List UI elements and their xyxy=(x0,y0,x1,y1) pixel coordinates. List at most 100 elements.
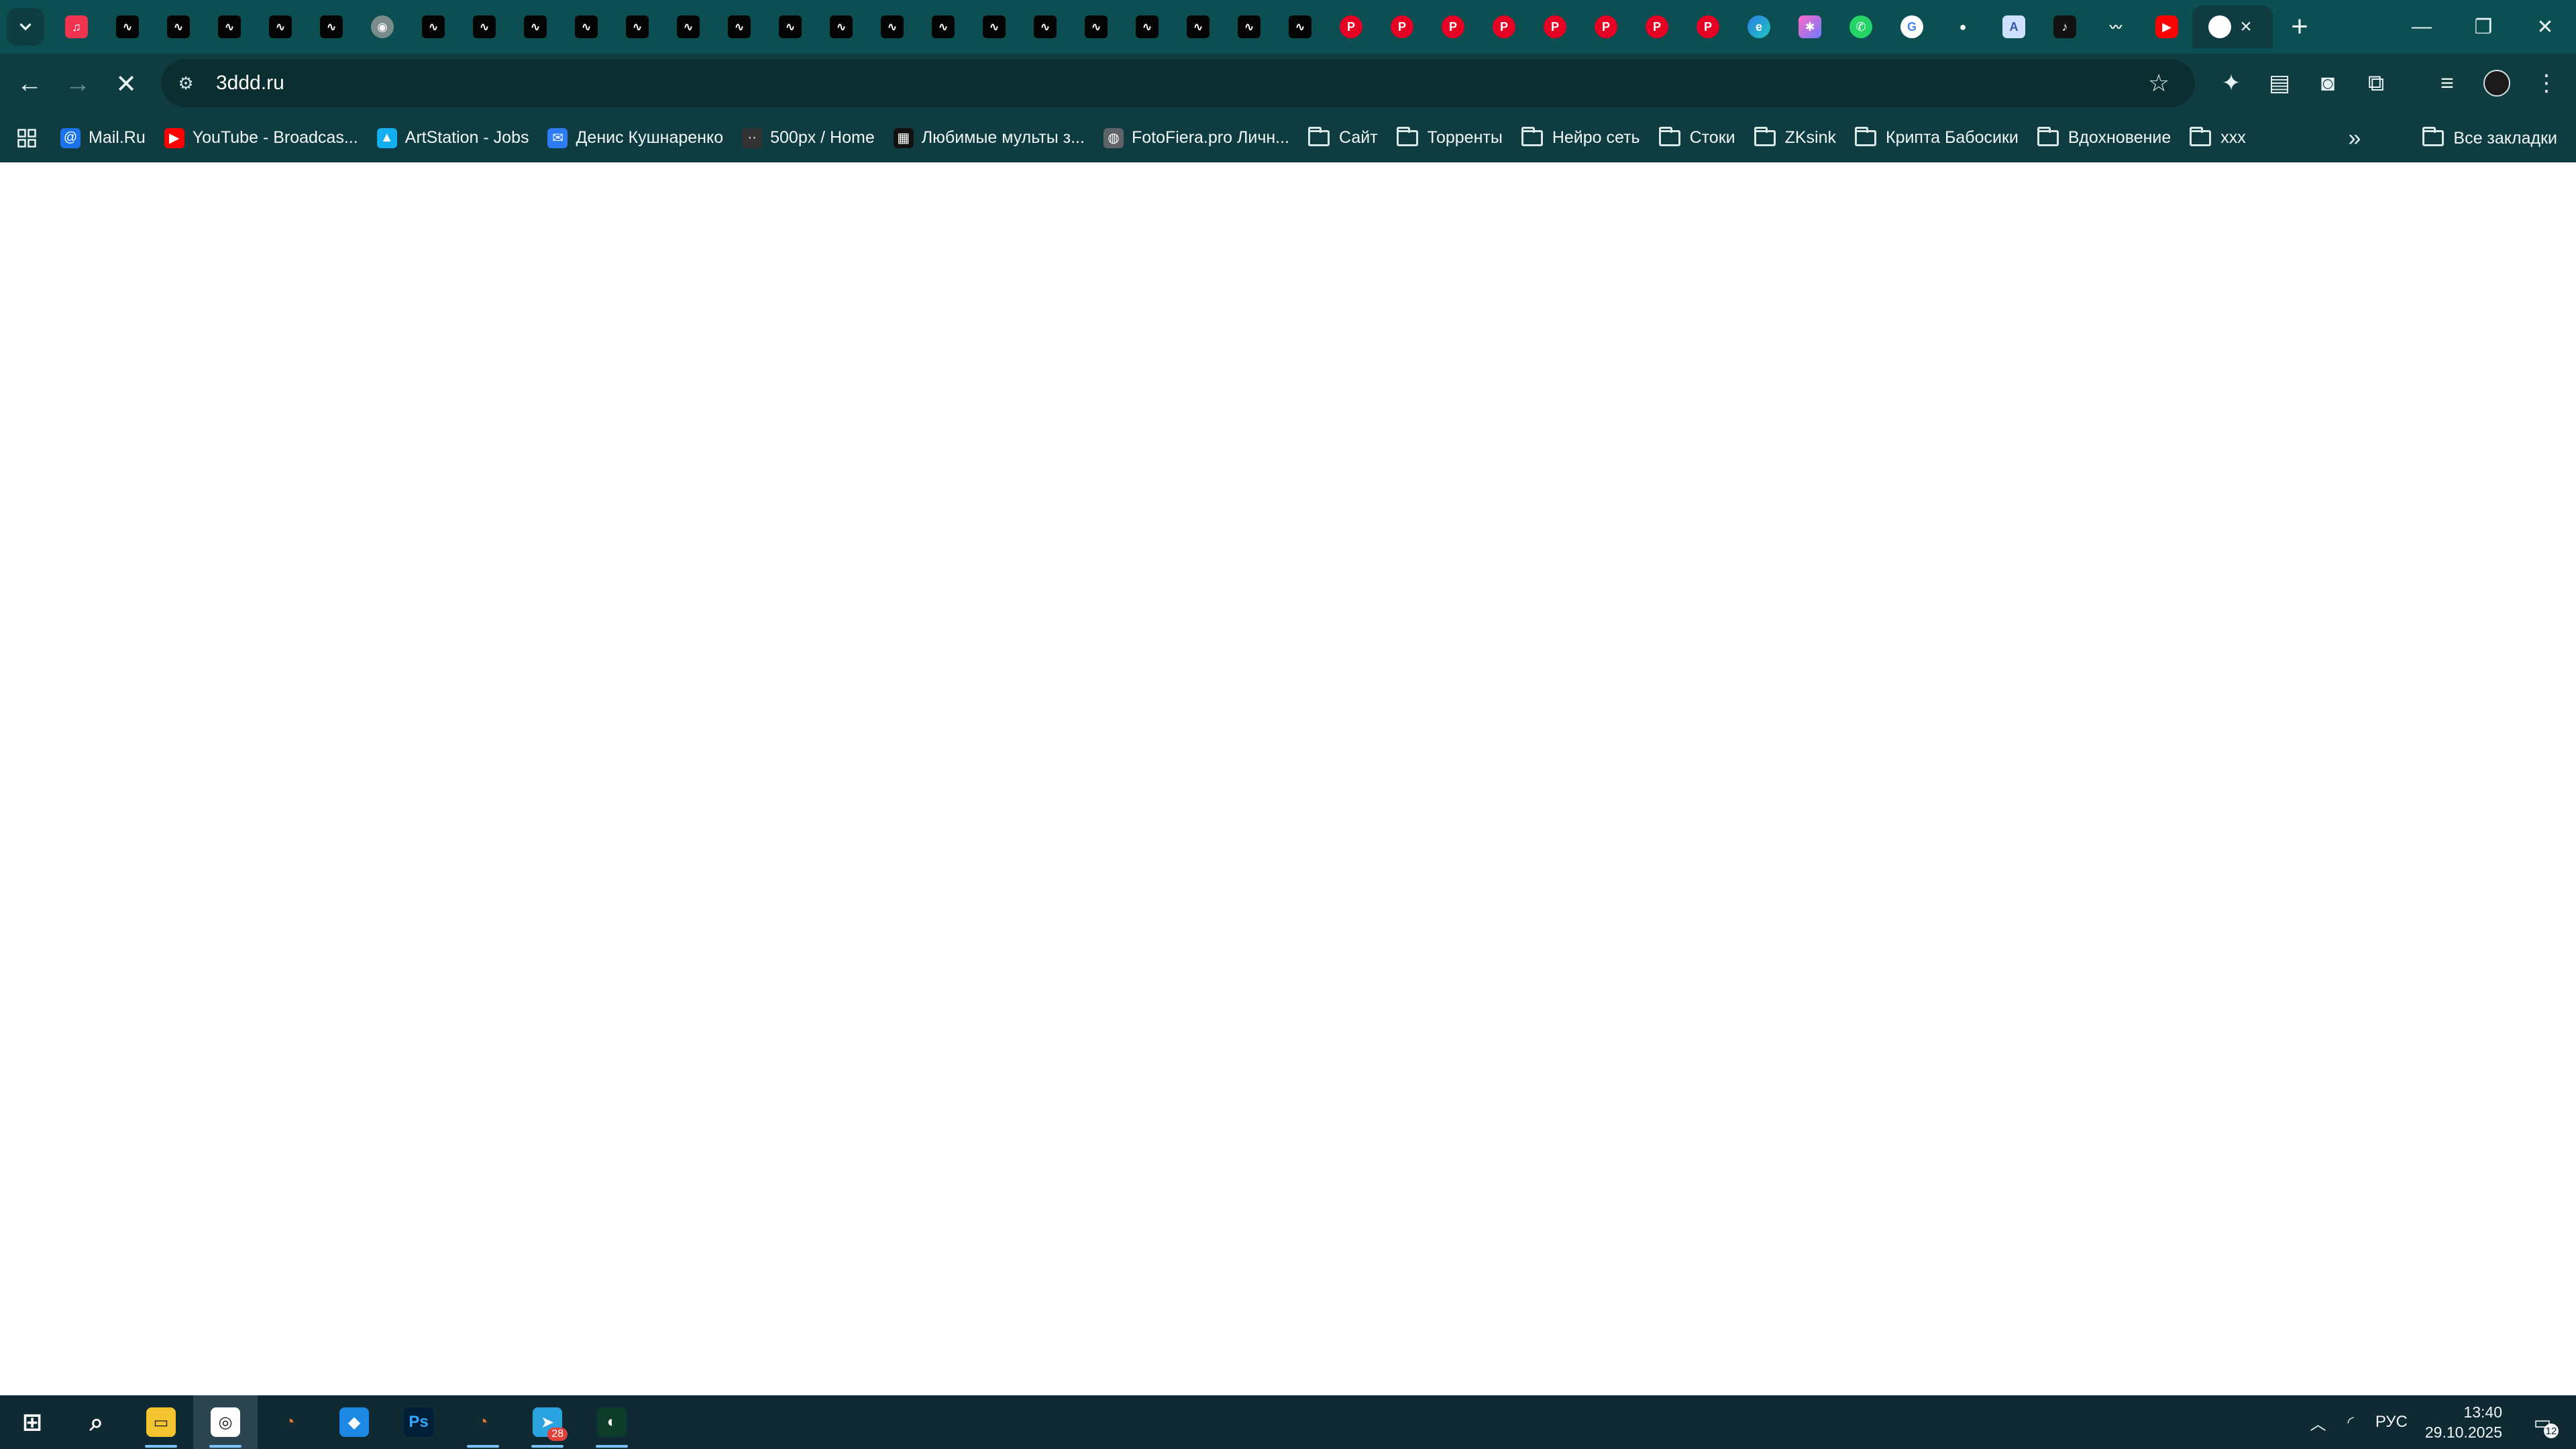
tiktok-icon: ♪ xyxy=(2053,15,2076,38)
browser-tab[interactable]: P xyxy=(1377,5,1428,48)
browser-tab[interactable]: ∿ xyxy=(1020,5,1071,48)
bookmark-star-icon[interactable]: ☆ xyxy=(2143,67,2175,99)
bookmark-link[interactable]: ▦ Любимые мульты з... xyxy=(884,118,1094,158)
browser-tab[interactable]: ∿ xyxy=(255,5,306,48)
bookmark-folder[interactable]: Сайт xyxy=(1299,118,1387,158)
taskbar-app[interactable]: ◔ xyxy=(258,1395,322,1449)
bookmark-link[interactable]: @ Mail.Ru xyxy=(51,118,155,158)
browser-tab[interactable]: ∿ xyxy=(306,5,357,48)
bookmark-folder[interactable]: Стоки xyxy=(1650,118,1745,158)
bookmark-folder[interactable]: Торренты xyxy=(1387,118,1512,158)
browser-tab[interactable]: ∿ xyxy=(561,5,612,48)
restore-button[interactable]: ❐ xyxy=(2453,0,2514,54)
browser-tab[interactable]: ∿ xyxy=(1071,5,1122,48)
browser-tab[interactable]: P xyxy=(1580,5,1631,48)
more-bookmarks-chevron-icon[interactable]: » xyxy=(2334,118,2375,158)
taskbar-app[interactable]: ◆ xyxy=(322,1395,386,1449)
browser-tab[interactable]: ● xyxy=(1937,5,1988,48)
close-window-button[interactable]: ✕ xyxy=(2514,0,2576,54)
bookmark-folder[interactable]: xxx xyxy=(2180,118,2255,158)
bookmark-folder[interactable]: Вдохновение xyxy=(2028,118,2180,158)
browser-tab[interactable]: ∿ xyxy=(408,5,459,48)
browser-tab[interactable]: ✱ xyxy=(1784,5,1835,48)
site-info-icon[interactable]: ⚙ xyxy=(169,66,203,100)
browser-tab[interactable]: ∿ xyxy=(765,5,816,48)
taskbar-app[interactable]: ⌕ xyxy=(64,1395,129,1449)
minimize-button[interactable]: — xyxy=(2391,0,2453,54)
browser-tab[interactable]: ∿ xyxy=(663,5,714,48)
browser-tab[interactable]: P xyxy=(1326,5,1377,48)
site-icon: ∿ xyxy=(881,15,904,38)
extensions-puzzle-icon[interactable]: ⧉ xyxy=(2352,59,2400,107)
bookmark-link[interactable]: ◍ FotoFiera.pro Личн... xyxy=(1094,118,1299,158)
address-bar[interactable]: ⚙ 3ddd.ru ☆ xyxy=(161,59,2195,107)
forward-button[interactable]: → xyxy=(54,60,102,108)
clock[interactable]: 13:40 29.10.2025 xyxy=(2425,1402,2502,1442)
browser-tab[interactable]: ✆ xyxy=(1835,5,1886,48)
tab-search-button[interactable] xyxy=(7,8,44,46)
bookmark-link[interactable]: ·· 500px / Home xyxy=(733,118,884,158)
browser-tab[interactable]: P xyxy=(1682,5,1733,48)
show-hidden-icons-chevron-icon[interactable]: ︿ xyxy=(2310,1411,2326,1434)
close-tab-icon[interactable]: × xyxy=(2235,16,2257,38)
browser-tab[interactable]: ∿ xyxy=(1275,5,1326,48)
browser-tab[interactable]: e xyxy=(1733,5,1784,48)
bookmark-folder[interactable]: Нейро сеть xyxy=(1512,118,1650,158)
taskbar-app[interactable]: ▭ xyxy=(129,1395,193,1449)
language-indicator[interactable]: РУС xyxy=(2375,1413,2408,1432)
all-bookmarks-folder[interactable]: Все закладки xyxy=(2413,118,2567,158)
apps-grid-icon[interactable] xyxy=(3,118,51,158)
browser-tab[interactable]: ∿ xyxy=(153,5,204,48)
network-icon[interactable]: ◜ xyxy=(2348,1413,2354,1432)
browser-tab[interactable]: ∿ xyxy=(1224,5,1275,48)
stop-loading-button[interactable]: ✕ xyxy=(102,60,150,108)
running-indicator xyxy=(531,1445,564,1448)
taskbar-app[interactable]: ➤ 28 xyxy=(515,1395,580,1449)
browser-tab[interactable]: ∿ xyxy=(918,5,969,48)
browser-tab[interactable]: P xyxy=(1631,5,1682,48)
browser-tab[interactable]: ∿ xyxy=(1173,5,1224,48)
bookmark-link[interactable]: ✉ Денис Кушнаренко xyxy=(538,118,733,158)
site-icon: ∿ xyxy=(320,15,343,38)
browser-tab[interactable]: ∿ xyxy=(510,5,561,48)
taskbar-app[interactable]: ◔ xyxy=(451,1395,515,1449)
browser-tab[interactable]: P xyxy=(1529,5,1580,48)
url-text[interactable]: 3ddd.ru xyxy=(216,72,284,95)
bookmark-link[interactable]: ▶ YouTube - Broadcas... xyxy=(155,118,368,158)
extension-icon[interactable]: ◙ xyxy=(2304,59,2352,107)
browser-tab[interactable]: ∿ xyxy=(867,5,918,48)
browser-tab[interactable]: A xyxy=(1988,5,2039,48)
browser-tab[interactable]: ◎ × xyxy=(2192,5,2273,48)
taskbar-app[interactable]: ⊞ xyxy=(0,1395,64,1449)
browser-tab[interactable]: G xyxy=(1886,5,1937,48)
menu-dots-icon[interactable]: ⋮ xyxy=(2522,59,2571,107)
bookmark-link[interactable]: ▲ ArtStation - Jobs xyxy=(368,118,539,158)
browser-tab[interactable]: ◉ xyxy=(357,5,408,48)
bookmark-folder[interactable]: ZKsink xyxy=(1745,118,1845,158)
bookmark-folder[interactable]: Крипта Бабосики xyxy=(1845,118,2028,158)
new-tab-button[interactable]: + xyxy=(2279,7,2320,47)
browser-tab[interactable]: ▶ xyxy=(2141,5,2192,48)
profile-avatar[interactable] xyxy=(2473,59,2521,107)
browser-tab[interactable]: ♪ xyxy=(2039,5,2090,48)
browser-tab[interactable]: ∿ xyxy=(1122,5,1173,48)
extension-icon[interactable]: ▤ xyxy=(2255,59,2304,107)
browser-tab[interactable]: ∿ xyxy=(102,5,153,48)
browser-tab[interactable]: 〰 xyxy=(2090,5,2141,48)
taskbar-app[interactable]: ◎ xyxy=(193,1395,258,1449)
browser-tab[interactable]: P xyxy=(1479,5,1529,48)
back-button[interactable]: ← xyxy=(5,60,54,108)
notification-center-icon[interactable]: ▭ 12 xyxy=(2522,1402,2563,1442)
media-controls-icon[interactable]: ≡ xyxy=(2423,59,2471,107)
browser-tab[interactable]: ∿ xyxy=(714,5,765,48)
browser-tab[interactable]: ∿ xyxy=(459,5,510,48)
extension-icon[interactable]: ✦ xyxy=(2207,59,2255,107)
browser-tab[interactable]: ∿ xyxy=(816,5,867,48)
browser-tab[interactable]: ∿ xyxy=(612,5,663,48)
browser-tab[interactable]: P xyxy=(1428,5,1479,48)
taskbar-app[interactable]: ◐ xyxy=(580,1395,644,1449)
taskbar-app[interactable]: Ps xyxy=(386,1395,451,1449)
browser-tab[interactable]: ∿ xyxy=(204,5,255,48)
browser-tab[interactable]: ∿ xyxy=(969,5,1020,48)
browser-tab[interactable]: ♫ xyxy=(51,5,102,48)
